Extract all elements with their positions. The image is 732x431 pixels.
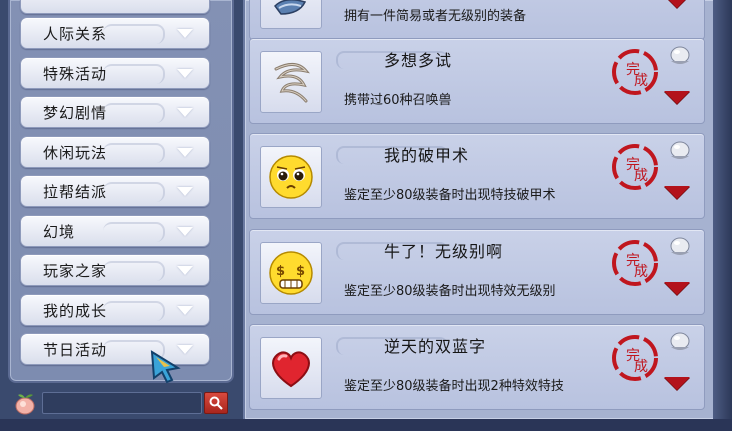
achievement-title: 我的破甲术 (384, 146, 470, 165)
svg-text:成: 成 (634, 73, 648, 89)
svg-text:成: 成 (634, 168, 648, 184)
category-label: 特殊活动 (43, 64, 108, 83)
expand-arrow-icon[interactable] (664, 186, 690, 199)
chevron-down-icon (177, 29, 193, 38)
category-label: 我的成长 (43, 301, 108, 320)
completed-seal-icon: 完 成 (612, 335, 658, 381)
category-button-leisure[interactable]: 休闲玩法 (20, 136, 210, 168)
armor-icon (260, 0, 322, 29)
chevron-down-icon (177, 69, 193, 78)
achievement-card[interactable]: 拥有一件简易或者无级别的装备 (249, 0, 705, 40)
search-bar (8, 388, 232, 418)
chevron-down-icon (177, 266, 193, 275)
category-button-special-events[interactable]: 特殊活动 (20, 57, 210, 89)
achievement-card[interactable]: $ $ 牛了！无级别啊 鉴定至少80级装备时出现特效无级别 完 成 (249, 229, 705, 315)
category-label: 玩家之家 (43, 261, 108, 280)
category-button-guild[interactable]: 拉帮结派 (20, 175, 210, 207)
chevron-down-icon (177, 306, 193, 315)
heart-icon (260, 337, 322, 399)
achievement-title: 牛了！无级别啊 (384, 242, 504, 261)
svg-text:成: 成 (634, 264, 648, 280)
achievement-card[interactable]: 逆天的双蓝字 鉴定至少80级装备时出现2种特效特技 完 成 (249, 324, 705, 410)
category-label: 休闲玩法 (43, 143, 108, 162)
money-eyes-face-icon: $ $ (260, 242, 322, 304)
chevron-down-icon (177, 187, 193, 196)
peach-icon (15, 394, 35, 415)
achievement-title: 逆天的双蓝字 (384, 337, 487, 356)
category-label: 人际关系 (43, 24, 108, 43)
chevron-down-icon (177, 148, 193, 157)
pearl-icon (670, 332, 690, 350)
rope-icon (260, 51, 322, 113)
category-panel: 人际关系 特殊活动 梦幻剧情 休闲玩法 拉帮结派 幻境 玩家之家 我的成长 节日 (8, 0, 234, 383)
expand-arrow-icon[interactable] (664, 0, 690, 8)
chevron-down-icon (177, 108, 193, 117)
completed-seal-icon: 完 成 (612, 240, 658, 286)
achievement-card[interactable]: 多想多试 携带过60种召唤兽 完 成 (249, 38, 705, 124)
achievement-desc: 携带过60种召唤兽 (344, 93, 452, 108)
achievement-desc: 鉴定至少80级装备时出现2种特效特技 (344, 379, 564, 394)
category-button-top-cut[interactable] (20, 0, 210, 14)
pleading-face-icon (260, 146, 322, 208)
pearl-icon (670, 141, 690, 159)
achievement-desc: 鉴定至少80级装备时出现特技破甲术 (344, 188, 556, 203)
window-bottom-edge (0, 419, 732, 431)
category-button-player-home[interactable]: 玩家之家 (20, 254, 210, 286)
scrollbar-track[interactable] (713, 0, 732, 431)
category-label: 幻境 (43, 222, 76, 241)
achievement-list: 拥有一件简易或者无级别的装备 多想多试 携带过60种召唤兽 完 成 我的破甲术 … (243, 0, 717, 421)
category-label: 梦幻剧情 (43, 103, 108, 122)
category-label: 节日活动 (43, 340, 108, 359)
cursor-icon (150, 350, 181, 384)
expand-arrow-icon[interactable] (664, 377, 690, 390)
achievement-card[interactable]: 我的破甲术 鉴定至少80级装备时出现特技破甲术 完 成 (249, 133, 705, 219)
category-label: 拉帮结派 (43, 182, 108, 201)
svg-text:$: $ (276, 264, 285, 279)
expand-arrow-icon[interactable] (664, 282, 690, 295)
completed-seal-icon: 完 成 (612, 49, 658, 95)
search-icon (209, 396, 223, 410)
completed-seal-icon: 完 成 (612, 144, 658, 190)
expand-arrow-icon[interactable] (664, 91, 690, 104)
achievement-desc: 鉴定至少80级装备时出现特效无级别 (344, 284, 556, 299)
category-button-story[interactable]: 梦幻剧情 (20, 96, 210, 128)
achievement-desc: 拥有一件简易或者无级别的装备 (344, 9, 527, 24)
svg-text:$: $ (296, 264, 305, 279)
search-input[interactable] (42, 392, 202, 414)
category-button-illusion[interactable]: 幻境 (20, 215, 210, 247)
svg-text:成: 成 (634, 359, 648, 375)
achievement-title: 多想多试 (384, 51, 453, 70)
search-button[interactable] (204, 392, 228, 414)
pearl-icon (670, 46, 690, 64)
pearl-icon (670, 237, 690, 255)
chevron-down-icon (177, 227, 193, 236)
category-button-social[interactable]: 人际关系 (20, 17, 210, 49)
category-button-growth[interactable]: 我的成长 (20, 294, 210, 326)
